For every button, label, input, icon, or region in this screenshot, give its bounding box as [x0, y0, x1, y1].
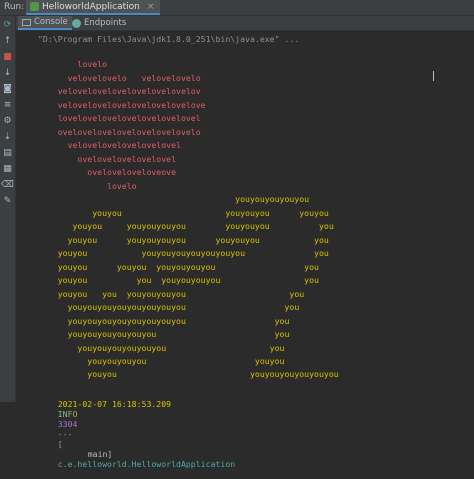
- spring-app-icon: [30, 2, 39, 11]
- you-line: youyou youyouyou youyou: [38, 208, 329, 218]
- run-left-toolbar: ⟳ ↑ ■ ↓ ◙ ≡ ⚙ ⇣ ▤ ▦ ⌫ ✎: [0, 16, 16, 402]
- run-tab-helloworld[interactable]: HelloworldApplication ×: [26, 0, 161, 15]
- settings-icon[interactable]: ⚙: [1, 115, 14, 128]
- you-line: youyou you youyouyouyou you: [38, 275, 319, 285]
- console-tabbar: Console Endpoints: [16, 16, 474, 31]
- soft-wrap-icon[interactable]: ≡: [1, 99, 14, 112]
- you-line: youyou youyouyouyou youyouyou you: [38, 235, 329, 245]
- you-line: youyou youyouyouyouyouyouyou you: [38, 248, 329, 258]
- love-line: ovelovelovelovelovel: [38, 154, 177, 164]
- log-thread: main]: [87, 449, 113, 459]
- you-line: youyou youyouyouyou youyouyou you: [38, 221, 334, 231]
- you-line: youyou youyou youyouyouyou you: [38, 262, 319, 272]
- love-line: velovelovelovelovelovel: [38, 140, 181, 150]
- tab-endpoints-label: Endpoints: [84, 18, 127, 28]
- run-label: Run:: [4, 2, 25, 12]
- love-line: velovelovelovelovelovelovelov: [38, 86, 201, 96]
- print-icon[interactable]: ▤: [1, 147, 14, 160]
- console-output[interactable]: "D:\Program Files\Java\jdk1.8.0_251\bin\…: [16, 31, 474, 469]
- you-line: youyouyouyouyouyou you: [38, 329, 290, 339]
- you-line: youyou youyouyouyouyouyou: [38, 369, 339, 379]
- log-pid: 3304: [57, 419, 78, 429]
- command-line: "D:\Program Files\Java\jdk1.8.0_251\bin\…: [38, 34, 300, 44]
- scroll-end-icon[interactable]: ⇣: [1, 131, 14, 144]
- log-line: 2021-02-07 16:18:53.209 INFO 3304 --- [ …: [38, 389, 235, 479]
- you-line: youyouyouyouyouyouyouyou you: [38, 316, 290, 326]
- pin-icon[interactable]: ✎: [1, 195, 14, 208]
- log-separator: ---: [57, 429, 73, 439]
- endpoints-icon: [72, 18, 81, 28]
- log-level: INFO: [57, 409, 78, 419]
- love-line: velovelovelo velovelovelo: [38, 73, 201, 83]
- log-timestamp: 2021-02-07 16:18:53.209: [57, 399, 172, 409]
- rerun-icon[interactable]: ⟳: [1, 19, 14, 32]
- tab-console[interactable]: Console: [18, 16, 72, 30]
- layout-icon[interactable]: ▦: [1, 163, 14, 176]
- console-icon: [22, 18, 31, 26]
- love-line: lovelo: [38, 59, 108, 69]
- tab-console-label: Console: [34, 17, 68, 27]
- log-bracket: [: [57, 439, 63, 449]
- arrow-up-icon[interactable]: ↑: [1, 35, 14, 48]
- love-line: lovelovelovelovelovelovelovel: [38, 113, 201, 123]
- close-icon[interactable]: ×: [147, 2, 155, 12]
- love-line: lovelo: [38, 181, 137, 191]
- you-line: youyou you youyouyouyou you: [38, 289, 305, 299]
- clear-icon[interactable]: ⌫: [1, 179, 14, 192]
- love-line: ovelovelovelovelovelovelovelo: [38, 127, 201, 137]
- you-line: youyouyouyouyouyouyouyou you: [38, 302, 300, 312]
- log-logger-class: c.e.helloworld.HelloworldApplication: [57, 459, 236, 469]
- run-tab-label: HelloworldApplication: [42, 1, 140, 12]
- stop-icon[interactable]: ■: [1, 51, 14, 64]
- tab-endpoints[interactable]: Endpoints: [68, 16, 130, 30]
- arrow-down-icon[interactable]: ↓: [1, 67, 14, 80]
- love-line: oveloveloveloveove: [38, 167, 177, 177]
- run-toolwindow-header: Run: HelloworldApplication ×: [0, 0, 474, 16]
- you-line: youyouyouyouyou: [38, 194, 310, 204]
- love-line: velovelovelovelovelovelovelove: [38, 100, 206, 110]
- text-cursor: [433, 71, 434, 81]
- camera-icon[interactable]: ◙: [1, 83, 14, 96]
- you-line: youyouyouyouyouyou you: [38, 343, 285, 353]
- you-line: youyouyouyou youyou: [38, 356, 285, 366]
